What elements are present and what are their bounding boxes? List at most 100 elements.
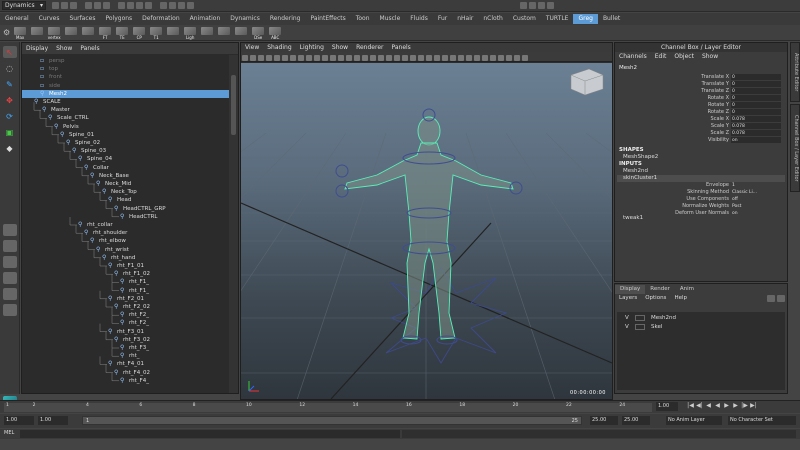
layer-display-type[interactable] — [635, 315, 645, 321]
outliner-item[interactable]: ▫ top — [40, 65, 58, 73]
viewport-tool-icon[interactable] — [426, 54, 432, 61]
outliner-item[interactable]: ⚲ Head — [108, 196, 131, 204]
playback-button[interactable]: |▶ — [740, 402, 749, 411]
range-slider-bar[interactable]: 1 25 — [82, 416, 582, 425]
viewport-tool-icon[interactable] — [306, 54, 312, 61]
outliner-item[interactable]: ⚲ rht_F1_02 — [114, 270, 150, 278]
viewport-tool-icon[interactable] — [298, 54, 304, 61]
lasso-tool-icon[interactable]: ◌ — [3, 62, 17, 74]
outliner-item[interactable]: ⚲ HeadCTRL — [120, 213, 157, 221]
viewport-tool-icon[interactable] — [522, 54, 528, 61]
viewport-tool-icon[interactable] — [250, 54, 256, 61]
outliner-item[interactable]: ▫ side — [40, 82, 60, 90]
viewport-tool-icon[interactable] — [434, 54, 440, 61]
input-mesh2nd[interactable]: Mesh2nd — [623, 168, 648, 174]
le-menu-help[interactable]: Help — [670, 294, 691, 303]
layer-display-type[interactable] — [635, 324, 645, 330]
animation-start-field[interactable]: 1.00 — [4, 416, 34, 425]
viewport-menu-show[interactable]: Show — [328, 43, 352, 52]
select-object-icon[interactable] — [94, 2, 101, 9]
move-tool-icon[interactable]: ✥ — [3, 94, 17, 106]
outliner-item[interactable]: ⚲ Neck_Base — [90, 172, 129, 180]
shelf-tab-polygons[interactable]: Polygons — [100, 14, 137, 24]
viewport-tool-icon[interactable] — [290, 54, 296, 61]
input-tweak[interactable]: tweak1 — [623, 215, 643, 221]
shelf-tab-bullet[interactable]: Bullet — [598, 14, 625, 24]
select-hierarchy-icon[interactable] — [85, 2, 92, 9]
outliner-item[interactable]: ⚲ Neck_Mid — [96, 180, 131, 188]
outliner-item[interactable]: ⚲ rht_F3_02 — [114, 336, 150, 344]
outliner-item[interactable]: ⚲ Pelvis — [54, 123, 79, 131]
snap-curve-icon[interactable] — [127, 2, 134, 9]
playback-button[interactable]: ▶ — [722, 402, 731, 411]
shelf-button[interactable] — [166, 26, 180, 39]
shelf-tab-painteffects[interactable]: PaintEffects — [305, 14, 350, 24]
outliner-item[interactable]: ⚲ HeadCTRL_GRP — [114, 205, 166, 213]
viewport-tool-icon[interactable] — [322, 54, 328, 61]
shelf-button[interactable]: FT — [98, 26, 112, 40]
shelf-button[interactable] — [200, 26, 214, 39]
shelf-tab-dynamics[interactable]: Dynamics — [225, 14, 265, 24]
channel-attribute-row[interactable]: Scale Z 0.078 — [615, 130, 787, 137]
viewport-tool-icon[interactable] — [442, 54, 448, 61]
skin-attribute-row[interactable]: Use Components off — [615, 196, 787, 203]
skin-attribute-value[interactable]: Post — [731, 203, 781, 209]
viewport-tool-icon[interactable] — [354, 54, 360, 61]
outliner-item[interactable]: ⚲ rht_F2_02 — [114, 303, 150, 311]
channel-attribute-row[interactable]: Rotate Y0 — [615, 102, 787, 109]
playback-button[interactable]: ▶| — [749, 402, 758, 411]
layout-single-icon[interactable] — [2, 224, 17, 236]
outliner-item[interactable]: ⚲ rht_wrist — [96, 246, 129, 254]
outliner-item[interactable]: ⚲ Spine_01 — [60, 131, 94, 139]
outliner-item[interactable]: ⚲ rht_F3_01 — [108, 328, 144, 336]
shelf-tab-fluids[interactable]: Fluids — [405, 14, 433, 24]
viewport-menu-renderer[interactable]: Renderer — [352, 43, 387, 52]
shelf-menu-icon[interactable]: ⚙ — [3, 28, 10, 37]
shelf-button[interactable]: TE — [115, 26, 129, 40]
viewport-tool-icon[interactable] — [466, 54, 472, 61]
outliner-item[interactable]: ▫ persp — [40, 57, 65, 65]
character-mesh[interactable] — [344, 116, 514, 340]
command-input[interactable] — [20, 430, 400, 438]
shelf-button[interactable] — [30, 26, 44, 39]
cb-menu-edit[interactable]: Edit — [651, 52, 671, 62]
outliner-item[interactable]: ⚲ rht_F1_ — [120, 287, 149, 295]
mode-select[interactable]: Dynamics ▾ — [2, 1, 46, 10]
channel-attribute-row[interactable]: Translate Z0 — [615, 88, 787, 95]
outliner-menu-show[interactable]: Show — [52, 43, 76, 54]
time-slider-track[interactable]: 1 2 4 6 8 10 12 14 16 18 20 22 24 — [4, 403, 652, 412]
outliner-item[interactable]: ⚲ Neck_Top — [102, 188, 137, 196]
outliner-item[interactable]: ⚲ Scale_CTRL — [48, 114, 89, 122]
skin-attribute-value[interactable]: off — [731, 196, 781, 202]
outliner-item[interactable]: ⚲ Spine_03 — [72, 147, 106, 155]
skin-attribute-row[interactable]: Envelope 1 — [615, 182, 787, 189]
shelf-tab-surfaces[interactable]: Surfaces — [64, 14, 100, 24]
channel-attribute-value[interactable]: 0 — [731, 102, 781, 108]
skin-attribute-value[interactable]: 1 — [731, 182, 781, 188]
channel-attribute-value[interactable]: 0.078 — [731, 123, 781, 129]
new-layer-icon[interactable] — [767, 295, 775, 302]
shelf-button[interactable]: ABC — [268, 26, 282, 40]
viewport-tool-icon[interactable] — [338, 54, 344, 61]
outliner-item[interactable]: ⚲ Mesh2 — [22, 89, 230, 98]
animation-end-field[interactable]: 25.00 — [622, 416, 650, 425]
outliner-item[interactable]: ⚲ rht_ — [120, 352, 140, 360]
viewport-tool-icon[interactable] — [458, 54, 464, 61]
le-menu-options[interactable]: Options — [641, 294, 670, 303]
shelf-button[interactable]: T1 — [149, 26, 163, 40]
viewport-canvas[interactable]: 00:00:00:00 — [241, 63, 612, 399]
viewport-tool-icon[interactable] — [242, 54, 248, 61]
channel-attribute-row[interactable]: Scale Y 0.078 — [615, 123, 787, 130]
layout-four-icon[interactable] — [2, 240, 17, 252]
viewport-tool-icon[interactable] — [418, 54, 424, 61]
viewport-menu-view[interactable]: View — [241, 43, 263, 52]
outliner-item[interactable]: ⚲ rht_F4_ — [120, 377, 149, 385]
playback-button[interactable]: ◀ — [713, 402, 722, 411]
shelf-button[interactable] — [81, 26, 95, 39]
shelf-button[interactable]: DSe — [251, 26, 265, 40]
playback-start-field[interactable]: 1.00 — [38, 416, 68, 425]
outliner-item[interactable]: ⚲ rht_F1_01 — [108, 262, 144, 270]
channel-attribute-value[interactable]: 0 — [731, 95, 781, 101]
sidebar-toggle-icon[interactable] — [520, 2, 527, 9]
new-scene-icon[interactable] — [52, 2, 59, 9]
